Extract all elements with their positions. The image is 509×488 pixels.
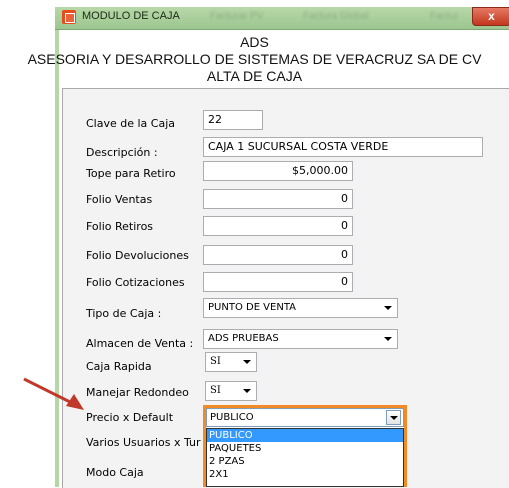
arrow-shaft: [23, 377, 77, 407]
arrow-head: [66, 394, 84, 410]
annotation-arrow: [23, 377, 84, 410]
